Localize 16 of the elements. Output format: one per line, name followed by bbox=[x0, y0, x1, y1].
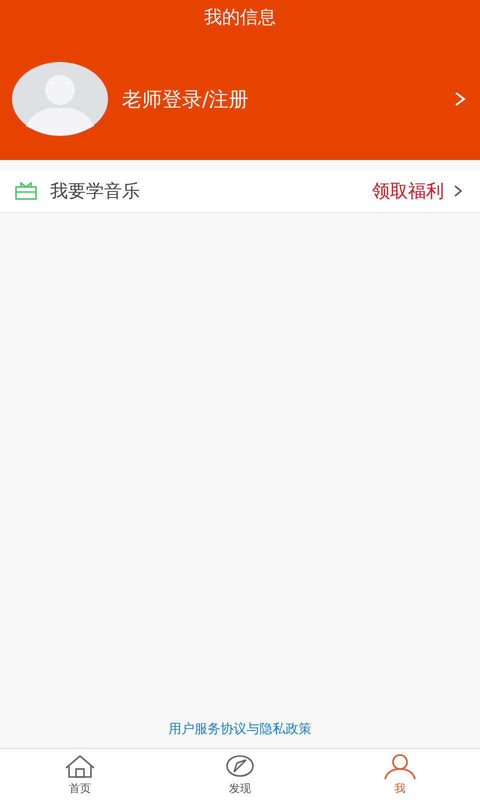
login-link[interactable]: 老师登录/注册 bbox=[122, 86, 454, 112]
agreement-link[interactable]: 用户服务协议与隐私政策 bbox=[168, 720, 312, 738]
chevron-icon bbox=[454, 91, 466, 107]
tab-item[interactable]: 首页 bbox=[0, 749, 160, 800]
gift-icon bbox=[15, 182, 37, 200]
tab-item[interactable]: 发现 bbox=[160, 749, 320, 800]
menu-label: 我要学音乐 bbox=[50, 180, 141, 203]
menu-row[interactable]: 我要学音乐 领取福利 bbox=[0, 170, 480, 213]
benefit-label: 领取福利 bbox=[372, 180, 444, 203]
chevron-icon bbox=[454, 185, 462, 197]
avatar-icon bbox=[12, 62, 108, 136]
page-title: 我的信息 bbox=[204, 6, 276, 30]
compass-icon bbox=[224, 754, 256, 780]
tab-item[interactable]: 我 bbox=[320, 749, 480, 800]
person-icon bbox=[384, 754, 416, 780]
home-icon bbox=[64, 754, 96, 780]
